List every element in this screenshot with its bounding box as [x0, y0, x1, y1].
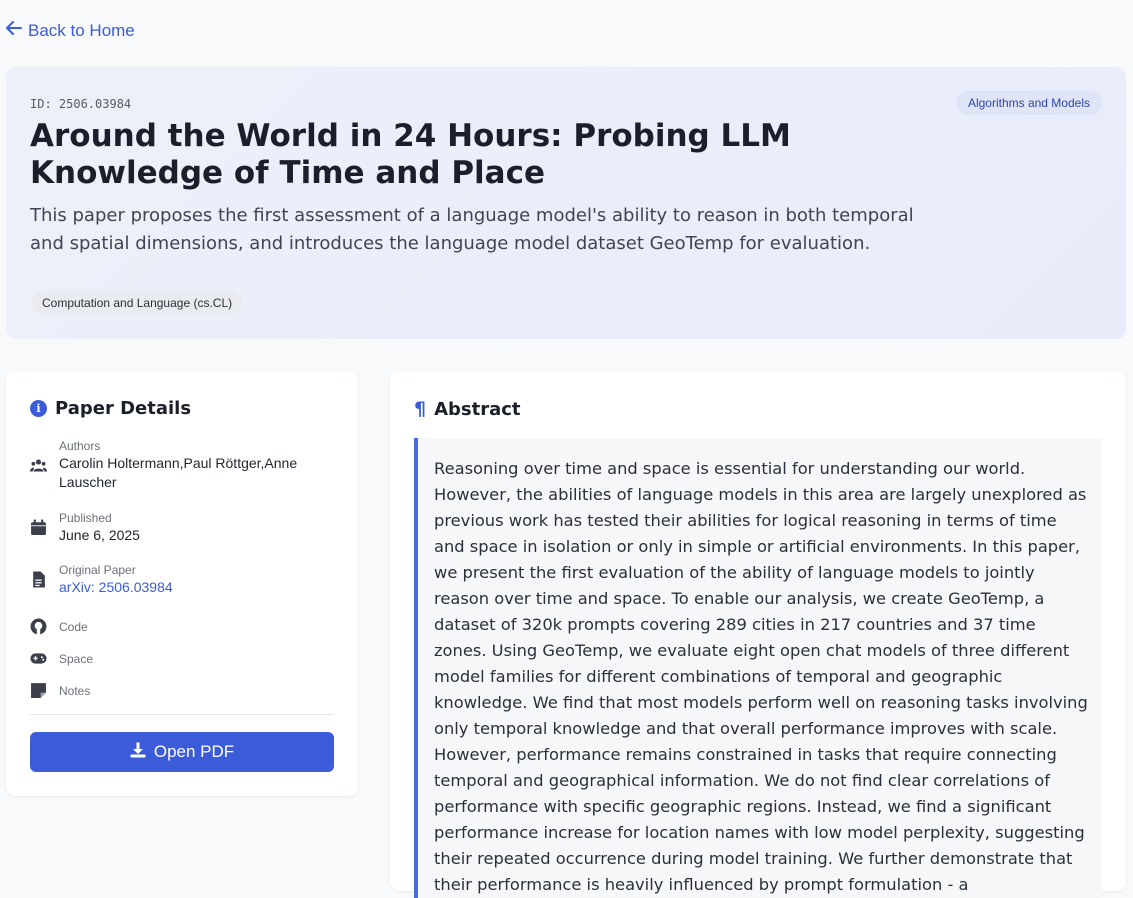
- open-pdf-button[interactable]: Open PDF: [30, 732, 334, 772]
- users-icon: [30, 457, 47, 474]
- paper-header: ID: 2506.03984 Algorithms and Models Aro…: [6, 67, 1126, 339]
- details-divider: [30, 714, 334, 715]
- space-row[interactable]: Space: [30, 650, 340, 667]
- published-date: June 6, 2025: [59, 527, 140, 543]
- abstract-title: Abstract: [434, 398, 521, 420]
- paper-summary: This paper proposes the first assessment…: [30, 205, 914, 254]
- published-row: Published June 6, 2025: [30, 510, 340, 545]
- notes-label: Notes: [59, 683, 91, 698]
- back-to-home-link[interactable]: Back to Home: [6, 20, 135, 41]
- code-label: Code: [59, 619, 88, 634]
- abstract-body: Reasoning over time and space is essenti…: [414, 438, 1102, 898]
- calendar-icon: [30, 519, 47, 536]
- arxiv-link[interactable]: arXiv: 2506.03984: [59, 578, 173, 597]
- open-pdf-label: Open PDF: [153, 742, 235, 761]
- paper-details-heading: i Paper Details: [30, 398, 191, 419]
- authors-label: Authors: [59, 439, 101, 453]
- published-label: Published: [59, 511, 112, 525]
- authors-row: Authors Carolin Holtermann,Paul Röttger,…: [30, 438, 340, 492]
- arrow-left-icon: [6, 20, 22, 41]
- paragraph-icon: ¶: [414, 398, 427, 420]
- original-paper-row: Original Paper arXiv: 2506.03984: [30, 562, 340, 597]
- space-label: Space: [59, 651, 94, 666]
- abstract-heading: ¶ Abstract: [414, 398, 521, 420]
- subject-tag[interactable]: Computation and Language (cs.CL): [32, 291, 243, 315]
- paper-title: Around the World in 24 Hours: Probing LL…: [30, 118, 791, 191]
- category-badge[interactable]: Algorithms and Models: [955, 91, 1102, 115]
- paper-id: ID: 2506.03984: [30, 97, 132, 111]
- gamepad-icon: [30, 650, 47, 667]
- file-icon: [30, 571, 47, 588]
- paper-details-card: i Paper Details Authors Carolin Holterma…: [6, 371, 358, 796]
- github-icon: [30, 618, 47, 635]
- info-icon: i: [30, 400, 47, 417]
- abstract-card: ¶ Abstract Reasoning over time and space…: [390, 371, 1126, 898]
- paper-details-title: Paper Details: [55, 398, 192, 419]
- original-paper-label: Original Paper: [59, 563, 136, 577]
- authors-value: Carolin Holtermann,Paul Röttger,Anne Lau…: [59, 455, 298, 490]
- back-to-home-label: Back to Home: [28, 20, 135, 40]
- download-icon: [130, 742, 146, 763]
- abstract-text: Reasoning over time and space is essenti…: [434, 459, 1088, 894]
- notes-row[interactable]: Notes: [30, 682, 340, 699]
- sticky-note-icon: [30, 682, 47, 699]
- code-row[interactable]: Code: [30, 618, 340, 635]
